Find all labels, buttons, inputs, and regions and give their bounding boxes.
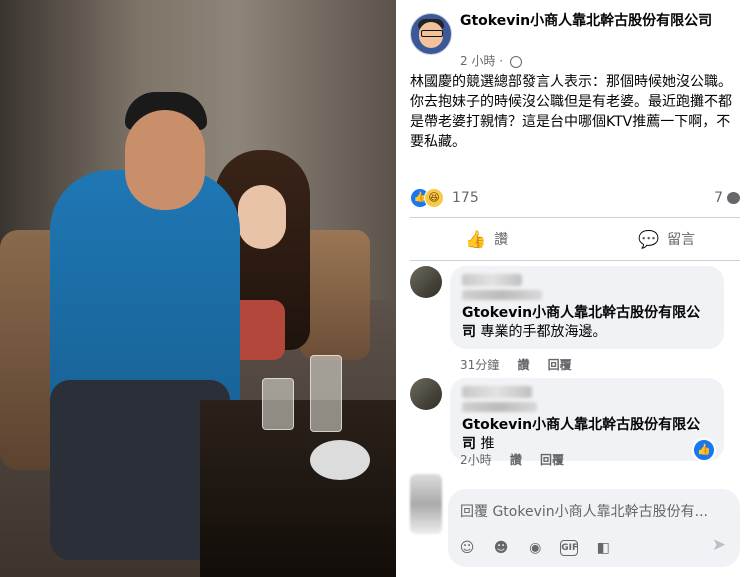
commenter-avatar[interactable] — [410, 266, 442, 298]
comment-bubble: Gtokevin小商人靠北幹古股份有限公司 推 — [450, 378, 724, 461]
camera-icon[interactable]: ◉ — [526, 539, 544, 557]
reply-box[interactable]: 回覆 Gtokevin小商人靠北幹古股份有... ☺ ☻ ◉ GIF ◧ ➤ — [448, 489, 740, 567]
reply-tools: ☺ ☻ ◉ GIF ◧ — [458, 537, 623, 557]
post-header: Gtokevin小商人靠北幹古股份有限公司 2 小時 · — [410, 10, 740, 68]
commenter-avatar[interactable] — [410, 474, 442, 534]
emoji-icon[interactable]: ☻ — [492, 539, 510, 557]
avatar-glasses — [421, 30, 443, 37]
post-actions: 👍 讚 💬 留言 — [410, 222, 740, 258]
comment-text: Gtokevin小商人靠北幹古股份有限公司 專業的手都放海邊。 — [462, 304, 712, 342]
comment-time[interactable]: 31分鐘 — [460, 358, 499, 372]
post-time[interactable]: 2 小時 — [460, 54, 495, 68]
comment-like-link[interactable]: 讚 — [517, 358, 529, 372]
comment-time[interactable]: 2小時 — [460, 453, 492, 467]
post-text: 林國慶的競選總部發言人表示：那個時候她沒公職。你去抱妹子的時候沒公職但是有老婆。… — [410, 74, 732, 150]
comment-button[interactable]: 💬 留言 — [638, 222, 695, 258]
photo-glass — [262, 378, 294, 430]
comment-reply-link[interactable]: 回覆 — [540, 453, 564, 467]
photo-glass — [310, 355, 342, 432]
post-meta: 2 小時 · — [460, 52, 522, 69]
reply-input[interactable]: 回覆 Gtokevin小商人靠北幹古股份有... — [460, 501, 725, 521]
photo-sofa-right — [300, 230, 370, 360]
mention-tag[interactable]: Gtokevin小商人靠北幹古股份有限公司 — [462, 417, 700, 452]
divider — [410, 260, 740, 261]
reaction-count[interactable]: 175 — [452, 190, 479, 206]
author-name[interactable]: Gtokevin小商人靠北幹古股份有限公司 — [460, 12, 740, 31]
like-label: 讚 — [494, 232, 509, 248]
globe-icon — [509, 55, 522, 68]
comment-footer: 31分鐘 讚 回覆 — [460, 356, 586, 373]
comment-bubble-icon — [727, 192, 740, 204]
comment-label: 留言 — [667, 232, 696, 248]
avatar-sticker-icon[interactable]: ☺ — [458, 539, 476, 557]
author-avatar[interactable] — [410, 13, 452, 55]
comment-icon: 💬 — [638, 230, 660, 250]
photo-plate — [310, 440, 370, 480]
comment-body: 專業的手都放海邊。 — [480, 324, 607, 340]
divider — [410, 217, 740, 218]
like-button[interactable]: 👍 讚 — [465, 222, 508, 258]
haha-reaction-icon: 😆 — [424, 188, 444, 208]
comment-item: Gtokevin小商人靠北幹古股份有限公司 專業的手都放海邊。 31分鐘 讚 回… — [410, 266, 740, 376]
post-panel: Gtokevin小商人靠北幹古股份有限公司 2 小時 · 林國慶的競選總部發言人… — [396, 0, 750, 577]
comment-bubble: Gtokevin小商人靠北幹古股份有限公司 專業的手都放海邊。 — [450, 266, 724, 349]
comment-text: Gtokevin小商人靠北幹古股份有限公司 推 — [462, 416, 712, 454]
comment-reply-link[interactable]: 回覆 — [548, 358, 572, 372]
photo-table — [200, 400, 396, 577]
comment-item: Gtokevin小商人靠北幹古股份有限公司 推 👍 2小時 讚 回覆 — [410, 378, 740, 473]
comment-count[interactable]: 7 — [714, 190, 740, 206]
comment-like-link[interactable]: 讚 — [510, 453, 522, 467]
gif-icon[interactable]: GIF — [560, 540, 579, 556]
commenter-name-blurred[interactable] — [462, 386, 532, 398]
comment-body: 推 — [480, 436, 495, 452]
commenter-avatar[interactable] — [410, 378, 442, 410]
sticker-icon[interactable]: ◧ — [594, 539, 612, 557]
commenter-name-blurred[interactable] — [462, 274, 522, 286]
reactions-bar: 👍 😆 175 7 — [410, 188, 740, 210]
photo-man-face — [125, 110, 205, 210]
photo-woman-face — [238, 185, 286, 249]
comment-footer: 2小時 讚 回覆 — [460, 451, 578, 468]
comment-count-value: 7 — [714, 190, 723, 206]
comment-like-badge[interactable]: 👍 — [692, 438, 716, 462]
mentioned-name-blurred — [462, 290, 542, 300]
thumbs-up-icon: 👍 — [465, 230, 487, 250]
send-icon[interactable]: ➤ — [712, 535, 726, 555]
post-photo[interactable] — [0, 0, 396, 577]
mentioned-name-blurred — [462, 402, 537, 412]
